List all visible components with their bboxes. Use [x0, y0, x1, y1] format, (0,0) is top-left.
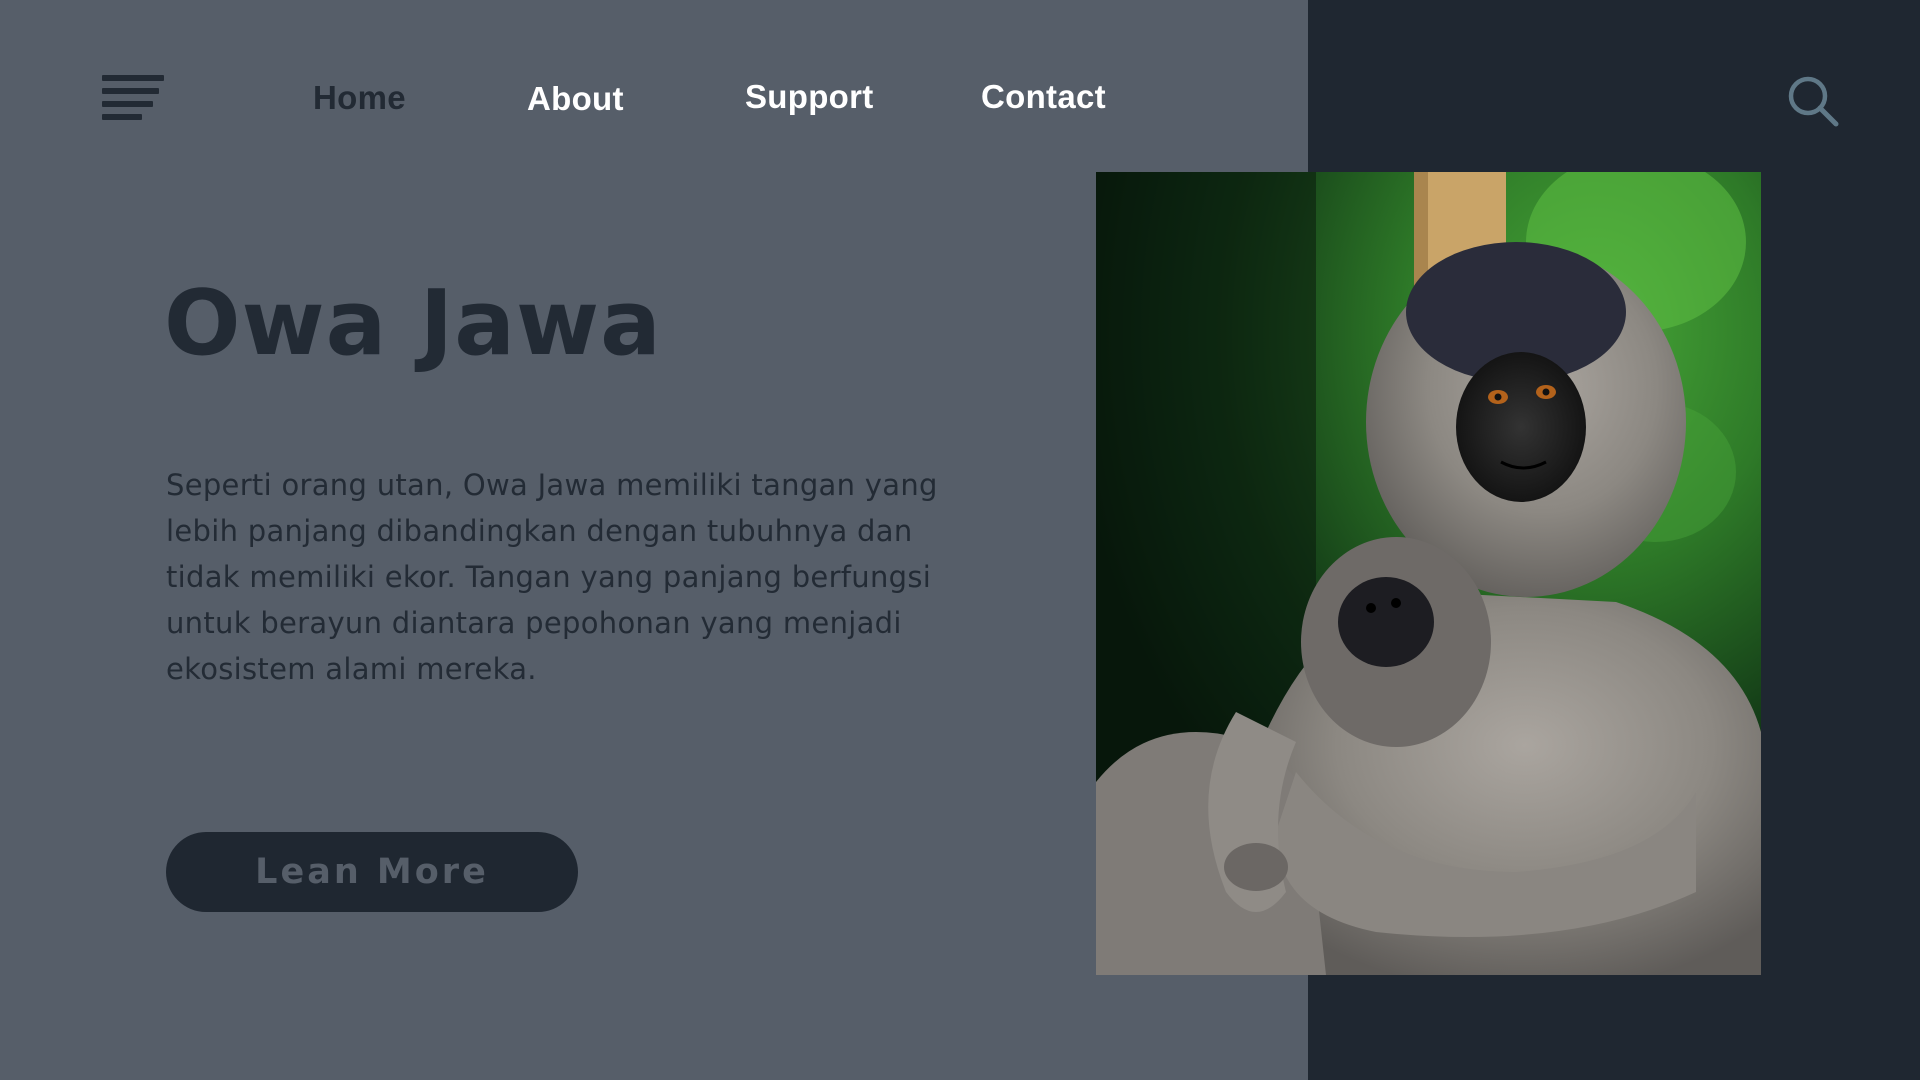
- nav-home-link[interactable]: Home: [313, 76, 406, 120]
- learn-more-button[interactable]: Lean More: [166, 832, 578, 912]
- nav-support-link[interactable]: Support: [745, 75, 874, 119]
- nav-contact-link[interactable]: Contact: [981, 75, 1106, 119]
- search-icon[interactable]: [1786, 74, 1840, 128]
- hamburger-menu-icon[interactable]: [102, 75, 164, 121]
- menu-line: [102, 75, 164, 81]
- gibbon-photo: [1096, 172, 1761, 975]
- gibbon-illustration: [1096, 172, 1761, 975]
- nav-about-link[interactable]: About: [527, 77, 624, 121]
- menu-line: [102, 101, 153, 107]
- menu-line: [102, 114, 142, 120]
- hero-description: Seperti orang utan, Owa Jawa memiliki ta…: [166, 468, 938, 686]
- menu-line: [102, 88, 159, 94]
- page-title: Owa Jawa: [164, 271, 662, 376]
